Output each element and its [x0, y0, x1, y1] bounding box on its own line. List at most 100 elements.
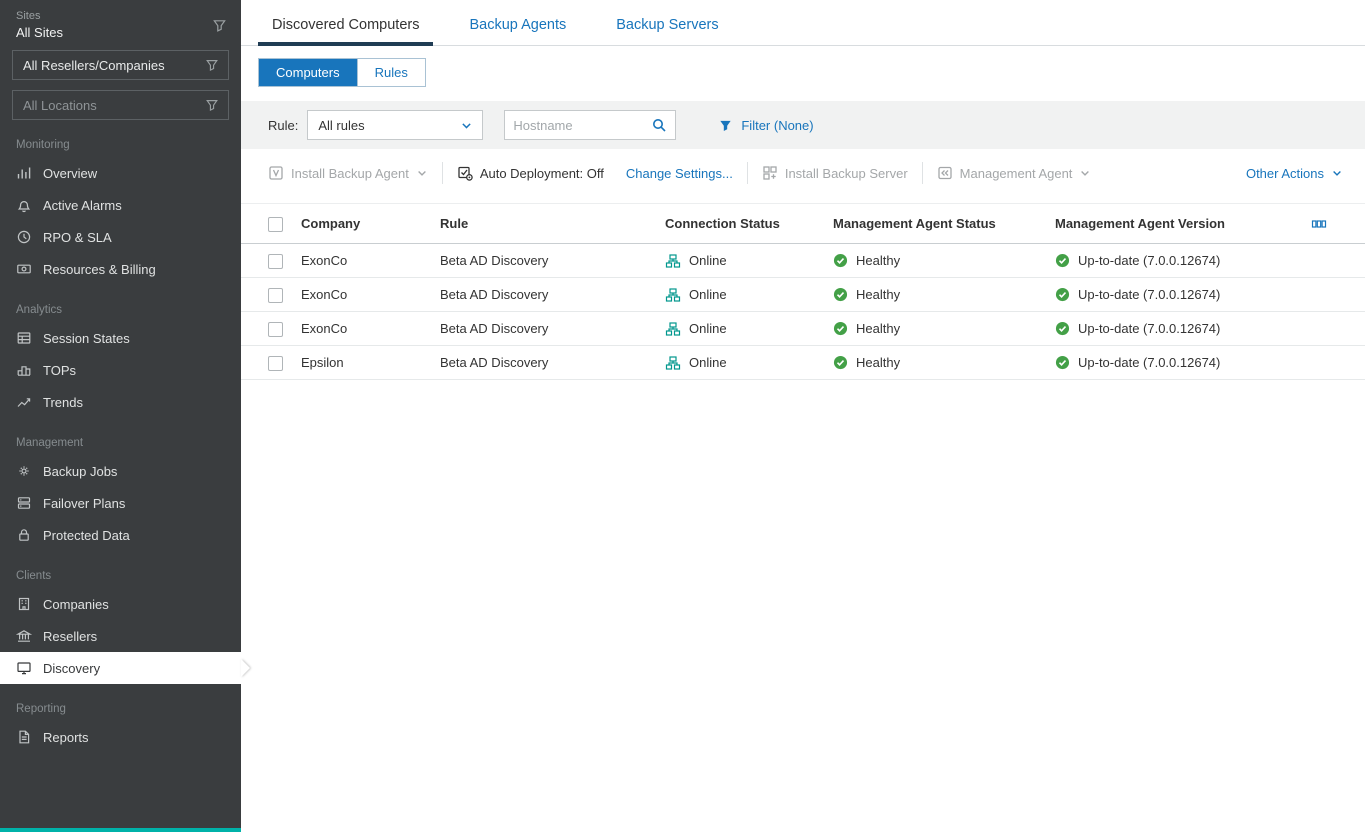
document-icon	[16, 729, 32, 745]
sidebar-item-backup-jobs[interactable]: Backup Jobs	[0, 455, 241, 487]
select-all-checkbox[interactable]	[268, 217, 283, 232]
cell-company: ExonCo	[301, 244, 440, 278]
column-header-agent-version[interactable]: Management Agent Version	[1055, 204, 1311, 244]
sidebar-item-label: Failover Plans	[43, 496, 125, 511]
chevron-down-icon	[1079, 167, 1091, 179]
chevron-down-icon	[1331, 167, 1343, 179]
row-checkbox[interactable]	[268, 322, 283, 337]
auto-deployment-icon	[457, 165, 473, 181]
sidebar-item-failover-plans[interactable]: Failover Plans	[0, 487, 241, 519]
locations-filter[interactable]: All Locations	[12, 90, 229, 120]
tab-backup-agents[interactable]: Backup Agents	[455, 13, 580, 45]
column-header-rule[interactable]: Rule	[440, 204, 665, 244]
rule-label: Rule:	[268, 118, 298, 133]
table-row[interactable]: ExonCo Beta AD Discovery Online Healthy	[241, 312, 1365, 346]
subtab-rules[interactable]: Rules	[357, 59, 425, 86]
bell-icon	[16, 197, 32, 213]
agent-version-text: Up-to-date (7.0.0.12674)	[1078, 355, 1220, 370]
toolbar-separator	[442, 162, 443, 184]
chevron-down-icon	[460, 119, 473, 132]
other-actions-button[interactable]: Other Actions	[1246, 166, 1343, 181]
cell-agent-version: Up-to-date (7.0.0.12674)	[1055, 278, 1311, 312]
sidebar-item-resources-billing[interactable]: Resources & Billing	[0, 253, 241, 285]
table-row[interactable]: ExonCo Beta AD Discovery Online Healthy	[241, 244, 1365, 278]
sidebar-item-label: RPO & SLA	[43, 230, 112, 245]
sidebar-item-reports[interactable]: Reports	[0, 721, 241, 753]
sidebar-item-session-states[interactable]: Session States	[0, 322, 241, 354]
rule-select[interactable]: All rules	[307, 110, 483, 140]
install-backup-server-button[interactable]: Install Backup Server	[762, 165, 908, 181]
sidebar-item-label: Resources & Billing	[43, 262, 156, 277]
sidebar-item-discovery[interactable]: Discovery	[0, 652, 241, 684]
sites-filter[interactable]: Sites All Sites	[0, 6, 241, 40]
column-header-company[interactable]: Company	[301, 204, 440, 244]
cell-company: ExonCo	[301, 278, 440, 312]
row-checkbox[interactable]	[268, 254, 283, 269]
table-grid-icon	[16, 330, 32, 346]
sidebar-item-trends[interactable]: Trends	[0, 386, 241, 418]
online-network-icon	[665, 253, 681, 269]
management-agent-button[interactable]: Management Agent	[937, 165, 1092, 181]
sidebar: Sites All Sites All Resellers/Companies …	[0, 0, 241, 832]
sidebar-item-active-alarms[interactable]: Active Alarms	[0, 189, 241, 221]
cell-agent-version: Up-to-date (7.0.0.12674)	[1055, 312, 1311, 346]
app-window: Sites All Sites All Resellers/Companies …	[0, 0, 1365, 832]
filter-icon[interactable]	[212, 18, 227, 33]
filter-icon	[205, 58, 219, 72]
install-backup-server-label: Install Backup Server	[785, 166, 908, 181]
tab-discovered-computers[interactable]: Discovered Computers	[258, 13, 433, 45]
subtab-computers[interactable]: Computers	[259, 59, 357, 86]
connection-status-text: Online	[689, 321, 727, 336]
section-title-clients: Clients	[16, 570, 225, 582]
up-to-date-check-icon	[1055, 355, 1070, 370]
row-checkbox[interactable]	[268, 288, 283, 303]
online-network-icon	[665, 355, 681, 371]
sidebar-item-resellers[interactable]: Resellers	[0, 620, 241, 652]
trend-line-icon	[16, 394, 32, 410]
filter-none-button[interactable]: Filter (None)	[718, 118, 813, 133]
column-header-agent-status[interactable]: Management Agent Status	[833, 204, 1055, 244]
auto-deployment-label: Auto Deployment: Off	[480, 166, 604, 181]
sidebar-item-label: TOPs	[43, 363, 76, 378]
sidebar-item-overview[interactable]: Overview	[0, 157, 241, 189]
sidebar-item-protected-data[interactable]: Protected Data	[0, 519, 241, 551]
table-row[interactable]: ExonCo Beta AD Discovery Online Healthy	[241, 278, 1365, 312]
tab-backup-servers[interactable]: Backup Servers	[602, 13, 732, 45]
change-settings-button[interactable]: Change Settings...	[626, 166, 733, 181]
connection-status-text: Online	[689, 287, 727, 302]
hostname-search-input[interactable]	[507, 118, 651, 133]
funnel-icon	[718, 118, 733, 133]
bar-chart-icon	[16, 165, 32, 181]
discovered-computers-table: Company Rule Connection Status Managemen…	[241, 203, 1365, 380]
sidebar-item-label: Session States	[43, 331, 130, 346]
column-chooser-icon[interactable]	[1311, 216, 1327, 232]
sidebar-item-companies[interactable]: Companies	[0, 588, 241, 620]
cell-agent-version: Up-to-date (7.0.0.12674)	[1055, 346, 1311, 380]
rule-select-value: All rules	[318, 118, 364, 133]
sidebar-item-label: Discovery	[43, 661, 100, 676]
cell-rule: Beta AD Discovery	[440, 346, 665, 380]
connection-status-text: Online	[689, 355, 727, 370]
resellers-companies-filter[interactable]: All Resellers/Companies	[12, 50, 229, 80]
table-row[interactable]: Epsilon Beta AD Discovery Online Healthy	[241, 346, 1365, 380]
change-settings-label: Change Settings...	[626, 166, 733, 181]
install-backup-agent-button[interactable]: Install Backup Agent	[268, 165, 428, 181]
up-to-date-check-icon	[1055, 287, 1070, 302]
cell-rule: Beta AD Discovery	[440, 312, 665, 346]
sidebar-item-rpo-sla[interactable]: RPO & SLA	[0, 221, 241, 253]
search-icon[interactable]	[651, 117, 667, 133]
sidebar-item-label: Resellers	[43, 629, 97, 644]
install-backup-agent-label: Install Backup Agent	[291, 166, 409, 181]
column-header-connection-status[interactable]: Connection Status	[665, 204, 833, 244]
sidebar-item-label: Active Alarms	[43, 198, 122, 213]
row-checkbox[interactable]	[268, 356, 283, 371]
auto-deployment-toggle[interactable]: Auto Deployment: Off	[457, 165, 604, 181]
gear-icon	[16, 463, 32, 479]
cell-connection-status: Online	[665, 244, 833, 278]
cell-agent-version: Up-to-date (7.0.0.12674)	[1055, 244, 1311, 278]
online-network-icon	[665, 321, 681, 337]
resellers-companies-filter-label: All Resellers/Companies	[23, 58, 165, 73]
section-title-analytics: Analytics	[16, 304, 225, 316]
podium-icon	[16, 362, 32, 378]
sidebar-item-tops[interactable]: TOPs	[0, 354, 241, 386]
